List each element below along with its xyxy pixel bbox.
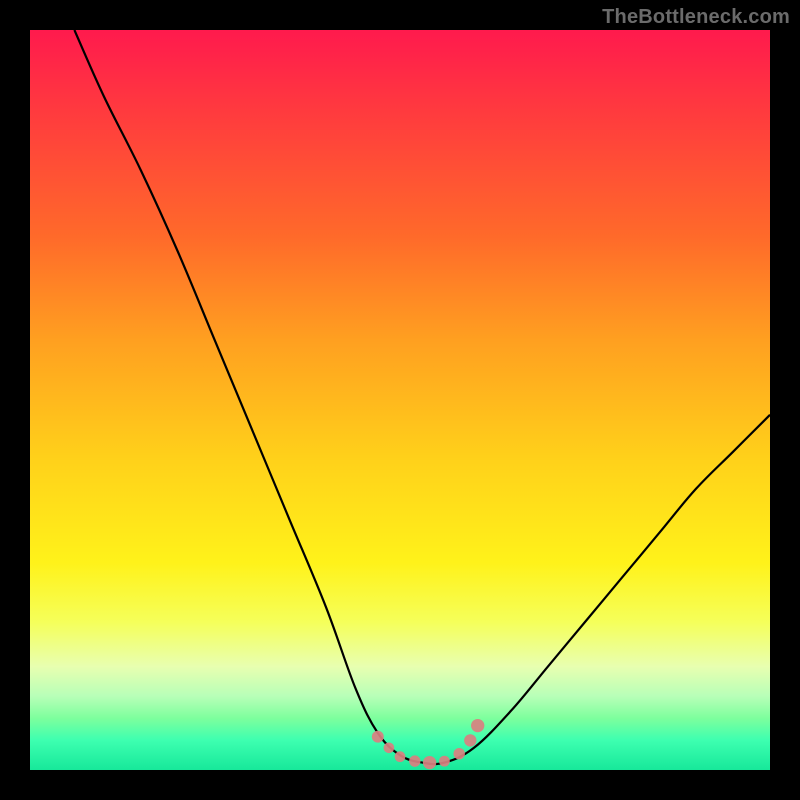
marker-dot — [372, 731, 384, 743]
watermark-text: TheBottleneck.com — [602, 6, 790, 29]
curve-svg — [30, 30, 770, 770]
marker-dot — [453, 748, 464, 759]
optimal-zone-markers — [372, 719, 485, 769]
bottleneck-curve — [74, 30, 770, 764]
marker-dot — [409, 755, 420, 766]
plot-area — [30, 30, 770, 770]
marker-dot — [423, 756, 436, 769]
marker-dot — [439, 756, 450, 767]
marker-dot — [464, 734, 476, 746]
marker-dot — [471, 719, 484, 732]
chart-frame: TheBottleneck.com — [0, 0, 800, 800]
marker-dot — [384, 742, 395, 753]
marker-dot — [395, 751, 406, 762]
